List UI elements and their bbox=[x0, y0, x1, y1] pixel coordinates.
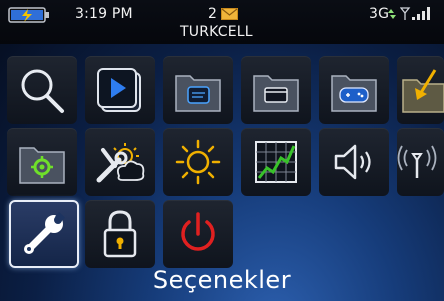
sound-icon[interactable] bbox=[319, 128, 389, 196]
status-bar: 3:19 PM 2 TURKCELL 3G bbox=[0, 0, 444, 44]
power-icon[interactable] bbox=[163, 200, 233, 268]
envelope-icon bbox=[221, 8, 238, 20]
search-icon[interactable] bbox=[7, 56, 77, 124]
carrier-name: TURKCELL bbox=[180, 24, 253, 40]
messages-folder-icon[interactable] bbox=[163, 56, 233, 124]
battery-icon bbox=[8, 7, 49, 23]
chart-icon[interactable] bbox=[241, 128, 311, 196]
setup-wizard-icon[interactable] bbox=[85, 128, 155, 196]
selected-app-label: Seçenekler bbox=[152, 266, 292, 294]
options-icon[interactable] bbox=[9, 200, 79, 268]
manage-connections-icon[interactable] bbox=[397, 128, 444, 196]
brightness-icon[interactable] bbox=[163, 128, 233, 196]
lock-icon[interactable] bbox=[85, 200, 155, 268]
signal-strength-icon bbox=[400, 7, 430, 20]
applications-folder-icon[interactable] bbox=[241, 56, 311, 124]
games-folder-icon[interactable] bbox=[319, 56, 389, 124]
message-count: 2 bbox=[208, 6, 218, 22]
media-icon[interactable] bbox=[85, 56, 155, 124]
downloads-folder-icon[interactable] bbox=[397, 56, 444, 124]
clock: 3:19 PM bbox=[75, 6, 133, 22]
data-transfer-icon bbox=[388, 9, 396, 19]
settings-folder-icon[interactable] bbox=[7, 128, 77, 196]
